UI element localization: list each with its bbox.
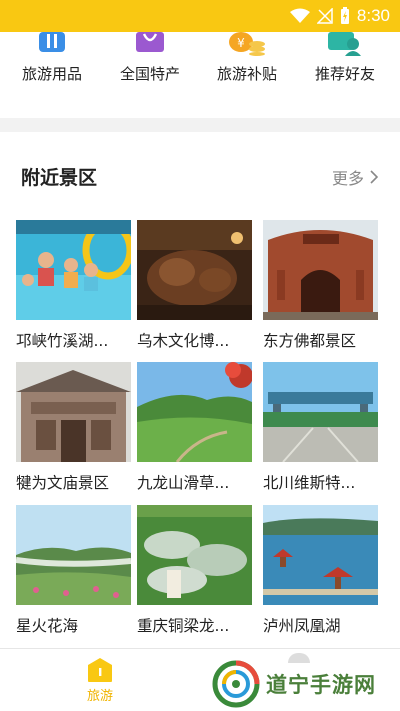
travel-goods-icon <box>39 32 65 52</box>
no-signal-icon <box>316 8 333 24</box>
scenic-photo-ebony-museum <box>137 220 252 320</box>
scenic-photo-phoenix-lake <box>263 505 378 605</box>
category-label: 旅游用品 <box>21 65 82 83</box>
svg-text:¥: ¥ <box>237 36 245 50</box>
scenic-name: 泸州凤凰湖 <box>263 617 341 635</box>
wifi-icon <box>289 8 310 23</box>
specialty-bag-icon <box>136 32 164 52</box>
scenic-photo-temple <box>16 362 131 462</box>
category-label: 旅游补贴 <box>216 65 277 83</box>
scenic-name: 星火花海 <box>16 617 79 635</box>
scenic-card[interactable]: 泸州凤凰湖 <box>263 505 378 636</box>
category-row: 旅游用品 全国特产 ¥ 旅游补贴 推荐好友 <box>0 32 400 118</box>
scenic-name: 北川维斯特... <box>263 474 356 492</box>
scenic-photo-dragon-pools <box>137 505 252 605</box>
section-title: 附近景区 <box>21 167 98 189</box>
scenic-card[interactable]: 北川维斯特... <box>263 362 378 493</box>
status-time: 8:30 <box>356 6 390 25</box>
scenic-name: 犍为文庙景区 <box>16 474 110 492</box>
watermark-logo-icon <box>212 660 260 708</box>
category-label: 推荐好友 <box>314 65 375 83</box>
tab-home[interactable]: 旅游 <box>82 657 118 704</box>
battery-charging-icon <box>340 7 349 24</box>
scenic-name: 东方佛都景区 <box>263 332 357 350</box>
more-label: 更多 <box>331 169 364 188</box>
scenic-card[interactable]: 邛峡竹溪湖... <box>16 220 131 351</box>
status-bar: 8:30 <box>0 0 400 32</box>
scenic-photo-water-park <box>16 220 131 320</box>
scenic-name: 邛峡竹溪湖... <box>16 332 109 350</box>
section-divider <box>0 118 400 132</box>
scenic-name: 重庆铜梁龙... <box>137 617 230 635</box>
more-link[interactable]: 更多 <box>332 165 378 189</box>
scenic-card[interactable]: 乌木文化博... <box>137 220 252 351</box>
scenic-card[interactable]: 重庆铜梁龙... <box>137 505 252 636</box>
scenic-photo-buddha-gate <box>263 220 378 320</box>
scenic-name: 乌木文化博... <box>137 332 230 350</box>
scenic-photo-beichuan-gate <box>263 362 378 462</box>
tab-home-label: 旅游 <box>86 689 113 704</box>
scenic-card[interactable]: 犍为文庙景区 <box>16 362 131 493</box>
scenic-card[interactable]: 东方佛都景区 <box>263 220 378 351</box>
scenic-card[interactable]: 星火花海 <box>16 505 131 636</box>
subsidy-coins-icon: ¥ <box>229 32 265 56</box>
scenic-card[interactable]: 九龙山滑草... <box>137 362 252 493</box>
scenic-photo-flower-sea <box>16 505 131 605</box>
home-tab-icon <box>88 658 112 682</box>
scenic-name: 九龙山滑草... <box>137 474 230 492</box>
watermark: 道宁手游网 <box>212 660 376 708</box>
chevron-right-icon <box>370 170 378 184</box>
scenic-photo-grass-slope <box>137 362 252 462</box>
category-label: 全国特产 <box>119 65 180 83</box>
recommend-friend-icon <box>328 32 361 56</box>
watermark-text: 道宁手游网 <box>266 673 376 697</box>
